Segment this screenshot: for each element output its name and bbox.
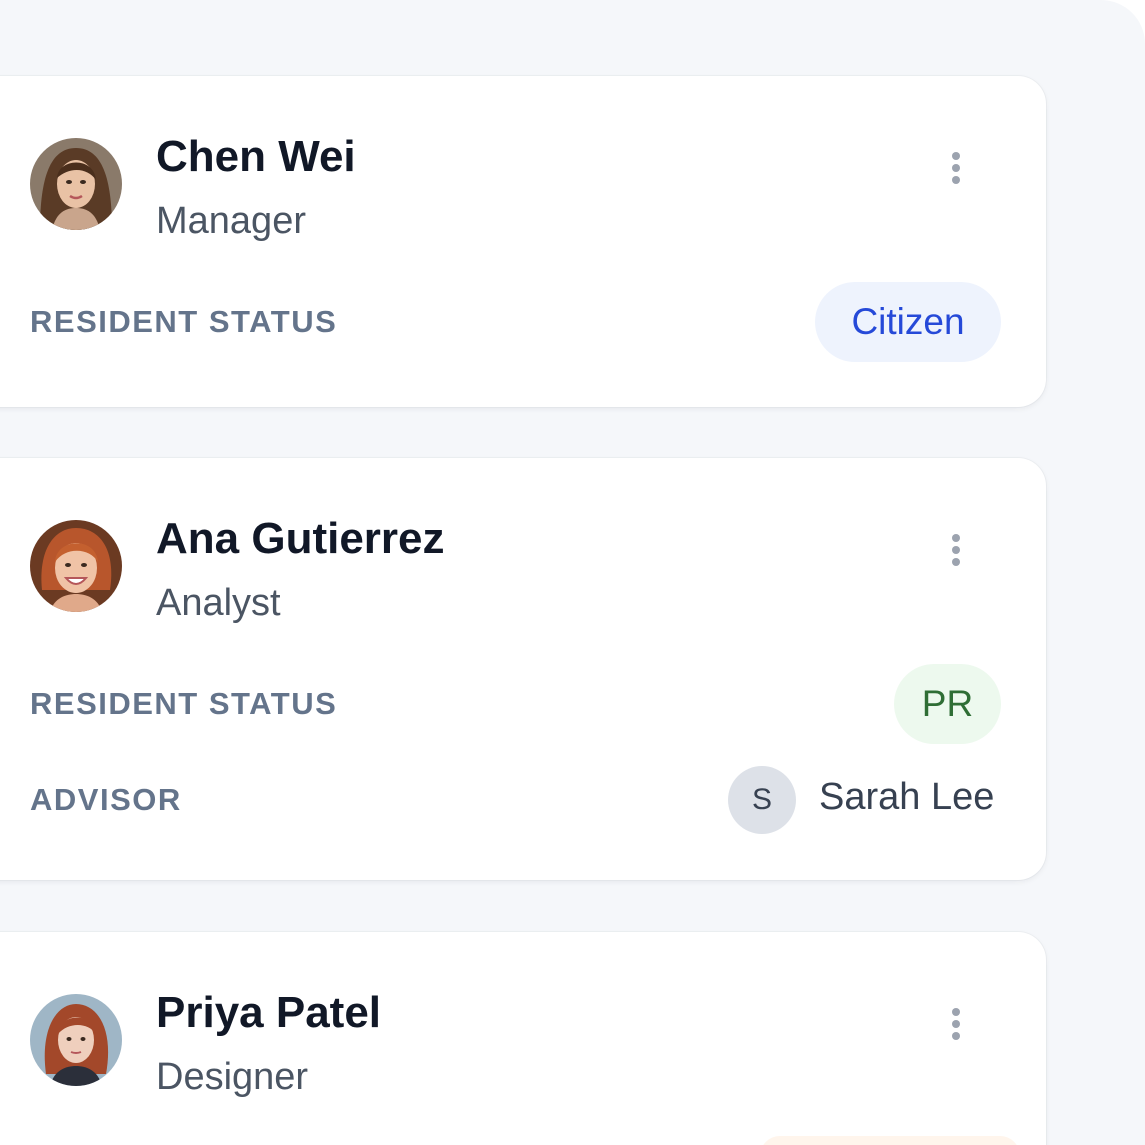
more-vertical-icon[interactable] <box>940 530 972 570</box>
avatar-ana-gutierrez <box>30 520 122 612</box>
resident-status-label: RESIDENT STATUS <box>30 686 338 721</box>
resident-status-label: RESIDENT STATUS <box>30 304 338 339</box>
contact-role: Designer <box>156 1056 309 1098</box>
contact-role: Analyst <box>156 582 281 624</box>
contact-name: Ana Gutierrez <box>156 514 445 563</box>
advisor-name: Sarah Lee <box>819 776 995 818</box>
contact-role: Manager <box>156 200 306 242</box>
avatar-chen-wei <box>30 138 122 230</box>
advisor-label: ADVISOR <box>30 782 182 817</box>
contact-card-chen-wei[interactable]: Chen Wei Manager RESIDENT STATUS Citizen <box>0 76 1046 407</box>
status-badge: PR <box>894 664 1001 744</box>
contact-name: Chen Wei <box>156 132 356 181</box>
contact-name: Priya Patel <box>156 988 382 1037</box>
status-badge-partial <box>760 1136 1020 1145</box>
more-vertical-icon[interactable] <box>940 1004 972 1044</box>
contact-card-priya-patel[interactable]: Priya Patel Designer <box>0 932 1046 1145</box>
contacts-panel: Chen Wei Manager RESIDENT STATUS Citizen… <box>0 0 1145 1145</box>
advisor-avatar: S <box>728 766 796 834</box>
avatar-priya-patel <box>30 994 122 1086</box>
status-badge: Citizen <box>815 282 1001 362</box>
contact-card-ana-gutierrez[interactable]: Ana Gutierrez Analyst RESIDENT STATUS PR… <box>0 458 1046 880</box>
more-vertical-icon[interactable] <box>940 148 972 188</box>
